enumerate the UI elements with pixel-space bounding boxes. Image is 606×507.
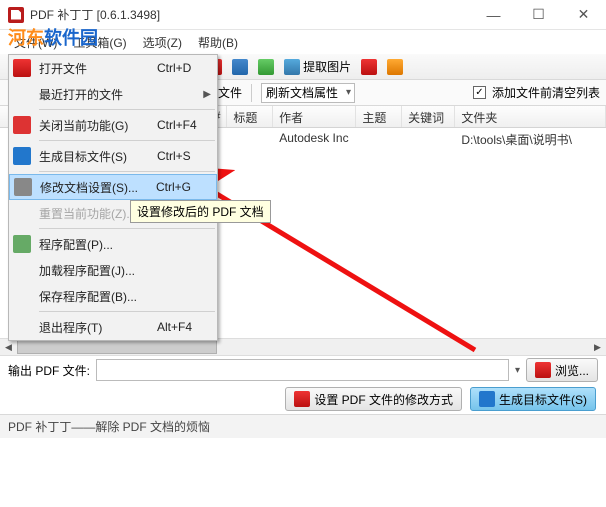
save-icon	[13, 147, 31, 165]
menu-separator	[39, 311, 215, 312]
open-file-icon	[13, 59, 31, 77]
titlebar: PDF 补丁丁 [0.6.1.3498] — ☐ ✕	[0, 0, 606, 30]
separator	[251, 84, 252, 102]
menu-help[interactable]: 帮助(B)	[190, 31, 246, 54]
col-author[interactable]: 作者	[273, 106, 356, 127]
menu-modify-doc-settings[interactable]: 修改文档设置(S)... Ctrl+G	[9, 174, 217, 200]
menu-toolbox[interactable]: 工具箱(G)	[65, 31, 134, 54]
menu-separator	[39, 109, 215, 110]
tool-icon	[258, 59, 274, 75]
generate-target-button[interactable]: 生成目标文件(S)	[470, 387, 596, 411]
bottom-actions: 设置 PDF 文件的修改方式 生成目标文件(S)	[0, 384, 606, 414]
blank-icon	[13, 204, 31, 222]
image-icon	[284, 59, 300, 75]
output-label: 输出 PDF 文件:	[8, 362, 90, 379]
col-folder[interactable]: 文件夹	[455, 106, 606, 127]
settings-icon	[14, 178, 32, 196]
tool-button-6[interactable]	[383, 56, 407, 78]
blank-icon	[13, 287, 31, 305]
menu-options[interactable]: 选项(Z)	[135, 31, 190, 54]
pdf-icon	[294, 391, 310, 407]
save-icon	[479, 391, 495, 407]
window-title: PDF 补丁丁 [0.6.1.3498]	[30, 6, 471, 23]
config-icon	[13, 235, 31, 253]
tool-icon	[387, 59, 403, 75]
tool-icon	[232, 59, 248, 75]
set-modify-method-button[interactable]: 设置 PDF 文件的修改方式	[285, 387, 462, 411]
blank-icon	[13, 318, 31, 336]
tool-icon	[361, 59, 377, 75]
files-label: 文件	[218, 84, 242, 101]
window-controls: — ☐ ✕	[471, 0, 606, 30]
col-keywords[interactable]: 关键词	[402, 106, 455, 127]
tooltip: 设置修改后的 PDF 文档	[130, 200, 271, 223]
blank-icon	[13, 85, 31, 103]
status-text: PDF 补丁丁——解除 PDF 文档的烦恼	[8, 418, 210, 435]
menu-separator	[39, 171, 215, 172]
refresh-props-dropdown[interactable]: 刷新文档属性	[261, 83, 355, 103]
menu-program-config[interactable]: 程序配置(P)...	[9, 231, 217, 257]
cell-folder: D:\tools\桌面\说明书\	[455, 128, 606, 150]
app-icon	[8, 7, 24, 23]
tool-button-3[interactable]	[228, 56, 252, 78]
cell-author: Autodesk Inc	[273, 128, 356, 150]
scroll-left-icon[interactable]: ◀	[0, 339, 17, 356]
minimize-button[interactable]: —	[471, 0, 516, 30]
menu-recent-files[interactable]: 最近打开的文件 ▶	[9, 81, 217, 107]
output-row: 输出 PDF 文件: ▾ 浏览...	[0, 356, 606, 384]
menu-open-file[interactable]: 打开文件 Ctrl+D	[9, 55, 217, 81]
col-subject[interactable]: 主题	[356, 106, 402, 127]
menu-file[interactable]: 文件(W)	[6, 31, 65, 54]
clear-list-checkbox[interactable]: ✓	[473, 86, 486, 99]
pdf-icon	[535, 362, 551, 378]
menu-save-config[interactable]: 保存程序配置(B)...	[9, 283, 217, 309]
output-path-input[interactable]	[96, 359, 509, 381]
status-bar: PDF 补丁丁——解除 PDF 文档的烦恼	[0, 414, 606, 438]
blank-icon	[13, 261, 31, 279]
clear-list-label: 添加文件前清空列表	[492, 84, 600, 101]
scroll-track[interactable]	[17, 339, 589, 356]
tool-button-5[interactable]	[357, 56, 381, 78]
menu-separator	[39, 140, 215, 141]
tool-button-4[interactable]	[254, 56, 278, 78]
menu-generate-target[interactable]: 生成目标文件(S) Ctrl+S	[9, 143, 217, 169]
extract-images-button[interactable]: 提取图片	[280, 56, 355, 78]
menubar: 文件(W) 工具箱(G) 选项(Z) 帮助(B)	[0, 30, 606, 54]
col-title[interactable]: 标题	[227, 106, 273, 127]
menu-close-current[interactable]: 关闭当前功能(G) Ctrl+F4	[9, 112, 217, 138]
menu-exit[interactable]: 退出程序(T) Alt+F4	[9, 314, 217, 340]
scroll-right-icon[interactable]: ▶	[589, 339, 606, 356]
submenu-arrow-icon: ▶	[203, 89, 211, 100]
maximize-button[interactable]: ☐	[516, 0, 561, 30]
close-icon	[13, 116, 31, 134]
menu-separator	[39, 228, 215, 229]
close-button[interactable]: ✕	[561, 0, 606, 30]
browse-button[interactable]: 浏览...	[526, 358, 598, 382]
file-menu-dropdown: 打开文件 Ctrl+D 最近打开的文件 ▶ 关闭当前功能(G) Ctrl+F4 …	[8, 54, 218, 341]
menu-load-config[interactable]: 加载程序配置(J)...	[9, 257, 217, 283]
